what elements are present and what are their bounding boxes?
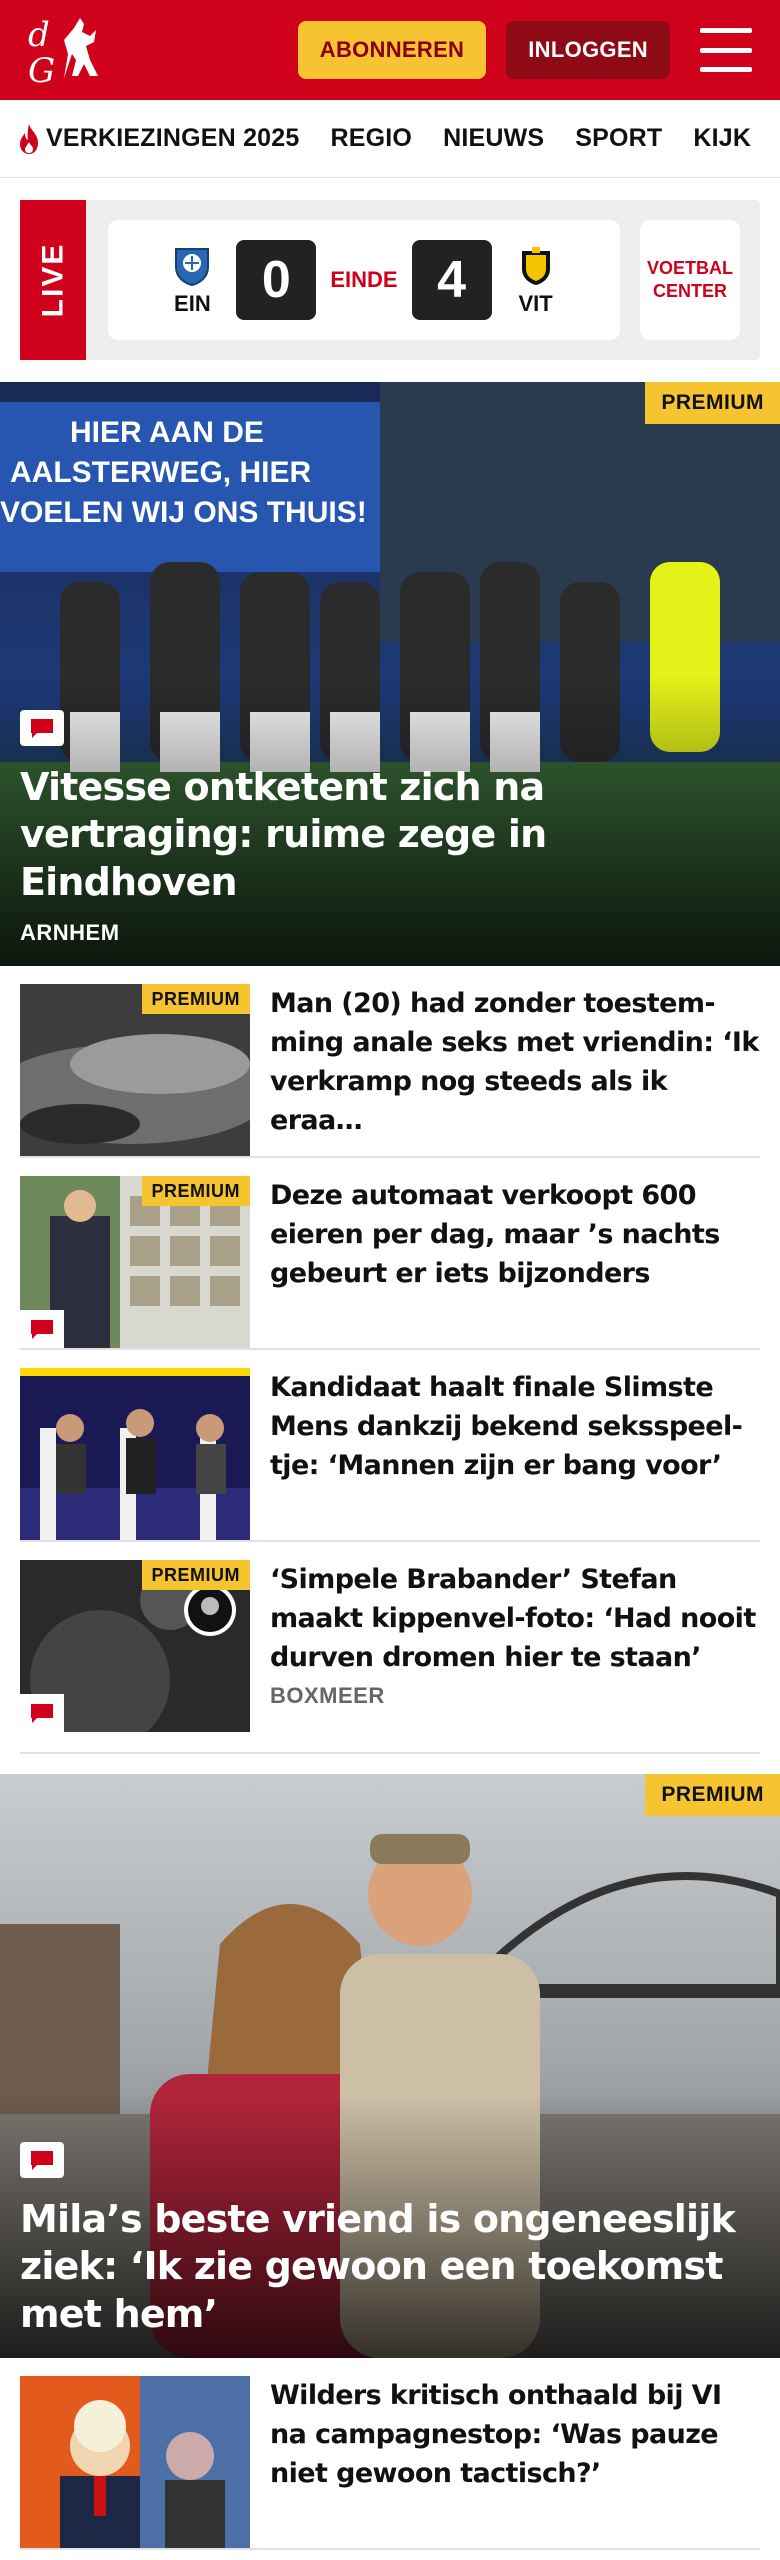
home-team: EIN (162, 243, 222, 317)
nav-item-label: REGIO (330, 124, 413, 152)
score-card[interactable]: EIN 0 EINDE 4 VIT (108, 220, 620, 340)
article-thumbnail: PREMIUM (20, 984, 250, 1156)
away-team: VIT (506, 243, 566, 317)
voetbal-center-line1: VOETBAL (646, 257, 733, 278)
match-status: EINDE (330, 267, 398, 292)
hero-title[interactable]: Mila’s beste vriend is ongeneeslijk ziek… (20, 2196, 760, 2339)
comment-icon (20, 709, 64, 746)
list-item[interactable]: PREMIUM Deze automaat verkoopt 600 eiere… (20, 1158, 760, 1350)
hero-text: Vitesse ontketent zich na vertraging: ru… (20, 709, 760, 947)
list-item[interactable]: PREMIUM Man (20) had zonder toestem­ming… (20, 966, 760, 1158)
article-thumbnail: PREMIUM (20, 1176, 250, 1348)
hero-article[interactable]: HIER AAN DE AALSTERWEG, HIER VOELEN WIJ … (0, 382, 780, 966)
comment-icon (20, 2141, 64, 2178)
premium-badge: PREMIUM (141, 984, 250, 1014)
comment-icon (20, 1694, 64, 1732)
nav-item-regio[interactable]: REGIO (331, 124, 413, 153)
list-item-title[interactable]: Wilders kritisch onthaald bij VI na camp… (270, 2376, 760, 2493)
comment-icon (20, 1310, 64, 1348)
live-tag: LIVE (20, 200, 86, 360)
psv-crest-icon (175, 248, 210, 287)
premium-badge: PREMIUM (645, 382, 780, 424)
nav-item-label: VERKIEZINGEN 2025 (46, 124, 300, 152)
list-item-title[interactable]: ‘Simpele Brabander’ Stefan maakt kippenv… (270, 1560, 760, 1677)
premium-badge: PREMIUM (141, 1176, 250, 1206)
svg-text:G: G (28, 51, 55, 90)
premium-badge: PREMIUM (141, 1560, 250, 1590)
logo-icon: d G (28, 15, 98, 90)
hero-title[interactable]: Vitesse ontketent zich na vertraging: ru… (20, 764, 760, 907)
list-item-title[interactable]: Deze automaat verkoopt 600 eieren per da… (270, 1176, 760, 1293)
list-item-text: Wilders kritisch onthaald bij VI na camp… (270, 2376, 760, 2548)
article-thumbnail: PREMIUM (20, 1560, 250, 1732)
nav-item-sport[interactable]: SPORT (575, 124, 662, 153)
list-item-text: Deze automaat verkoopt 600 eieren per da… (270, 1176, 760, 1348)
list-item-title[interactable]: Kandidaat haalt finale Slimste Mens dank… (270, 1368, 760, 1485)
voetbal-center-button[interactable]: VOETBAL CENTER (640, 220, 740, 340)
nav-item-kijk[interactable]: KIJK (693, 124, 751, 153)
nav-item-label: KIJK (693, 124, 752, 152)
vitesse-crest-icon (521, 247, 550, 285)
list-item-text: Man (20) had zonder toestem­ming anale s… (270, 984, 760, 1156)
home-team-name: EIN (174, 291, 211, 316)
nav-item-label: NIEUWS (443, 124, 545, 152)
list-item-location: BOXMEER (270, 1683, 385, 1709)
nav-item-verkiezingen[interactable]: VERKIEZINGEN 2025 (16, 122, 300, 156)
article-thumbnail (20, 1368, 250, 1540)
list-item[interactable]: Kandidaat haalt finale Slimste Mens dank… (20, 1350, 760, 1542)
hero-text: Mila’s beste vriend is ongeneeslijk ziek… (20, 2141, 760, 2339)
list-item-title[interactable]: Man (20) had zonder toestem­ming anale s… (270, 984, 760, 1141)
voetbal-center-line2: CENTER (652, 281, 727, 301)
hero-location: ARNHEM (20, 920, 120, 945)
list-item-text: Kandidaat haalt finale Slimste Mens dank… (270, 1368, 760, 1540)
login-button[interactable]: INLOGGEN (506, 21, 670, 79)
site-logo[interactable]: d G (24, 10, 116, 90)
hero-article[interactable]: PREMIUM Mila’s beste vriend is ongeneesl… (0, 1774, 780, 2358)
page: d G ABONNEREN INLOGGEN VERKIEZINGEN 2025… (0, 0, 780, 2560)
flame-icon (20, 123, 38, 154)
live-label: LIVE (36, 242, 69, 318)
nav-item-nieuws[interactable]: NIEUWS (443, 124, 544, 153)
home-score: 0 (236, 240, 317, 320)
away-score: 4 (411, 240, 492, 320)
subscribe-button[interactable]: ABONNEREN (297, 21, 487, 79)
list-item-text: ‘Simpele Brabander’ Stefan maakt kippenv… (270, 1560, 760, 1752)
top-bar: d G ABONNEREN INLOGGEN (0, 0, 780, 100)
nav-item-label: SPORT (575, 124, 663, 152)
menu-icon[interactable] (700, 28, 752, 72)
list-item[interactable]: PREMIUM ‘Simpele Brabander’ Stefan maakt… (20, 1542, 760, 1754)
away-team-name: VIT (518, 291, 553, 316)
list-item[interactable]: Wilders kritisch onthaald bij VI na camp… (20, 2358, 760, 2550)
svg-text:d: d (28, 15, 50, 55)
main-nav: VERKIEZINGEN 2025 REGIO NIEUWS SPORT KIJ… (0, 100, 780, 178)
premium-badge: PREMIUM (645, 1774, 780, 1816)
live-score-widget: LIVE EIN 0 EINDE 4 VIT VOETBAL CENTER (20, 200, 760, 360)
article-thumbnail (20, 2376, 250, 2548)
